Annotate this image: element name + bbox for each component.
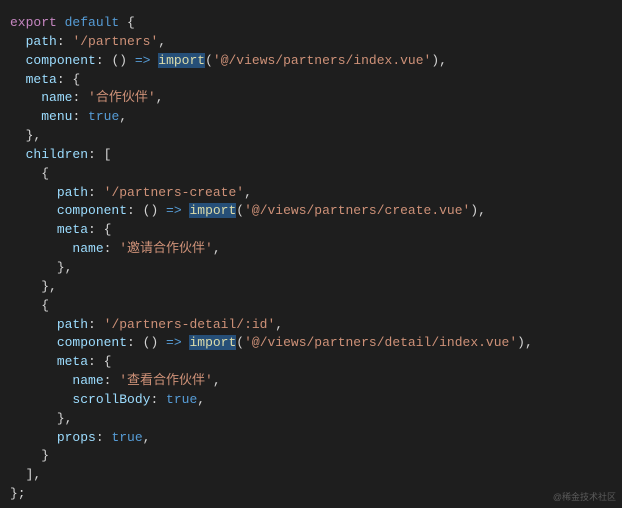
code-line: meta: { — [10, 71, 612, 90]
code-line: path: '/partners-detail/:id', — [10, 316, 612, 335]
code-line: scrollBody: true, — [10, 391, 612, 410]
code-line: }; — [10, 485, 612, 504]
code-line: props: true, — [10, 429, 612, 448]
code-line: path: '/partners-create', — [10, 184, 612, 203]
code-line: } — [10, 447, 612, 466]
import-keyword: import — [158, 53, 205, 68]
code-line: children: [ — [10, 146, 612, 165]
code-line: }, — [10, 259, 612, 278]
code-block: export default { path: '/partners', comp… — [10, 14, 612, 504]
import-keyword: import — [189, 203, 236, 218]
code-line: }, — [10, 278, 612, 297]
code-line: }, — [10, 410, 612, 429]
code-line: export default { — [10, 14, 612, 33]
code-line: path: '/partners', — [10, 33, 612, 52]
code-line: component: () => import('@/views/partner… — [10, 52, 612, 71]
code-line: { — [10, 297, 612, 316]
code-line: component: () => import('@/views/partner… — [10, 334, 612, 353]
code-line: component: () => import('@/views/partner… — [10, 202, 612, 221]
code-line: name: '查看合作伙伴', — [10, 372, 612, 391]
import-keyword: import — [189, 335, 236, 350]
watermark: @稀金技术社区 — [553, 491, 616, 504]
code-line: menu: true, — [10, 108, 612, 127]
code-line: ], — [10, 466, 612, 485]
code-line: meta: { — [10, 353, 612, 372]
code-line: name: '合作伙伴', — [10, 89, 612, 108]
code-line: name: '邀请合作伙伴', — [10, 240, 612, 259]
code-line: meta: { — [10, 221, 612, 240]
code-line: { — [10, 165, 612, 184]
code-line: }, — [10, 127, 612, 146]
